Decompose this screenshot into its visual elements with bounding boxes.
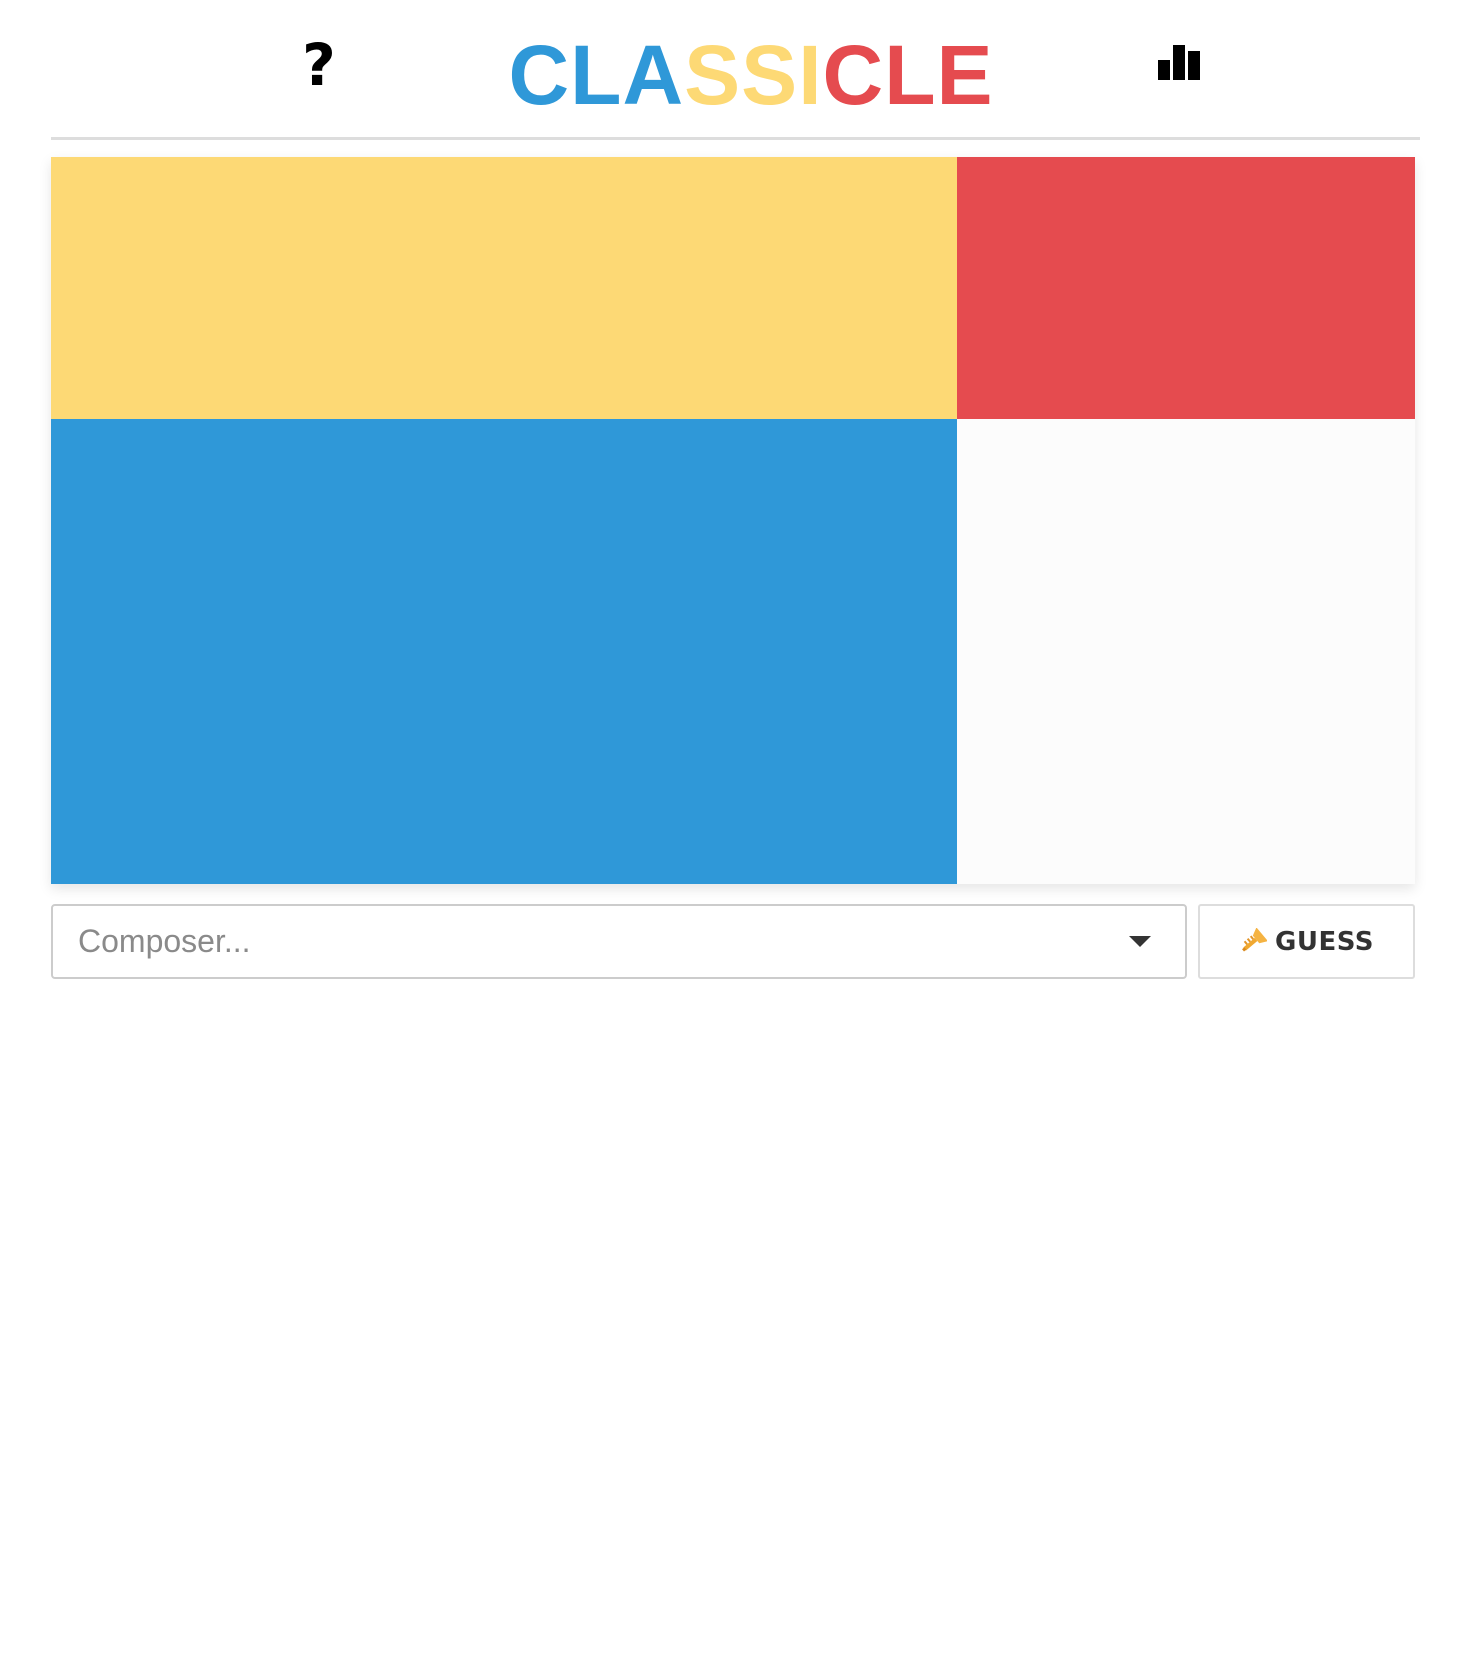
logo-letter: A (622, 27, 685, 122)
logo-letter: S (684, 27, 742, 122)
guess-button[interactable]: GUESS (1198, 904, 1415, 979)
logo-letter: E (936, 27, 994, 122)
stats-button[interactable] (1157, 38, 1217, 98)
trumpet-icon (1242, 927, 1267, 952)
logo-letter: I (798, 27, 823, 122)
app-logo: C L A S S I C L E (508, 20, 992, 130)
logo-letter: C (508, 27, 571, 122)
question-mark-icon: ? (302, 31, 336, 99)
help-button[interactable]: ? (289, 30, 349, 100)
header: ? C L A S S I C L E (51, 0, 1420, 140)
game-board (51, 157, 1415, 884)
tile-yellow (51, 157, 957, 419)
logo-letter: S (741, 27, 799, 122)
caret-down-icon (1129, 936, 1151, 947)
composer-select[interactable]: Composer... (51, 904, 1187, 979)
bar-chart-icon (1158, 45, 1200, 80)
logo-letter: L (884, 27, 937, 122)
logo-letter: L (570, 27, 623, 122)
tile-red (957, 157, 1415, 419)
guess-label: GUESS (1275, 926, 1374, 957)
logo-letter: C (822, 27, 885, 122)
composer-placeholder: Composer... (78, 923, 251, 959)
tile-blue (51, 419, 957, 884)
tile-empty (957, 419, 1415, 884)
